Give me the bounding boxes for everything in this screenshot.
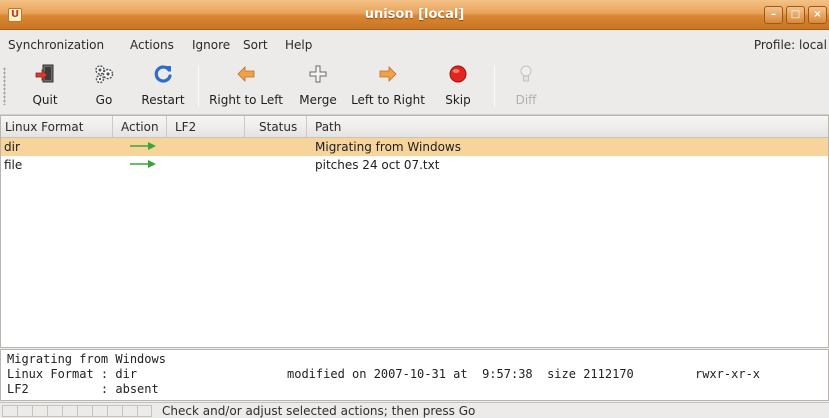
- details-replica-label: Linux Format : dir: [7, 367, 138, 381]
- arrow-left-icon: [237, 66, 255, 82]
- status-message: Check and/or adjust selected actions; th…: [162, 404, 476, 418]
- profile-label: Profile: local: [753, 38, 827, 52]
- menu-actions[interactable]: Actions: [130, 38, 174, 52]
- left-to-right-button[interactable]: Left to Right: [346, 57, 430, 115]
- left-to-right-label: Left to Right: [351, 93, 425, 107]
- details-line-lf2: LF2 : absent: [7, 382, 822, 397]
- toolbar: Quit Go Restart Right to Left Merge Left…: [0, 57, 829, 115]
- right-to-left-button[interactable]: Right to Left: [204, 57, 288, 115]
- diff-bulb-icon: [520, 65, 532, 82]
- progress-segment: [17, 405, 32, 417]
- restart-button[interactable]: Restart: [134, 57, 192, 115]
- arrow-right-icon: [379, 66, 397, 82]
- progress-segment: [92, 405, 107, 417]
- progress-segment: [2, 405, 17, 417]
- quit-icon: [35, 64, 54, 83]
- menu-ignore[interactable]: Ignore: [192, 38, 230, 52]
- diff-button[interactable]: Diff: [504, 57, 548, 115]
- menu-help[interactable]: Help: [285, 38, 312, 52]
- progress-segment: [137, 405, 152, 417]
- column-header-lf2[interactable]: LF2: [167, 116, 245, 137]
- menu-bar: Synchronization Actions Ignore Sort Help…: [0, 31, 829, 57]
- cell-linux-format: file: [4, 158, 23, 172]
- menu-sort[interactable]: Sort: [243, 38, 268, 52]
- list-header: Linux Format Action LF2 Status Path: [1, 116, 828, 138]
- reconciliation-list[interactable]: Linux Format Action LF2 Status Path dir …: [0, 115, 829, 348]
- merge-plus-icon: [309, 65, 327, 83]
- right-arrow-icon[interactable]: [129, 140, 157, 152]
- toolbar-grip-handle[interactable]: [3, 67, 6, 105]
- restart-icon: [154, 65, 172, 83]
- status-bar: Check and/or adjust selected actions; th…: [0, 402, 829, 418]
- details-pane: Migrating from Windows Linux Format : di…: [0, 349, 829, 401]
- progress-segment: [77, 405, 92, 417]
- cell-path: pitches 24 oct 07.txt: [315, 158, 440, 172]
- details-heading-text: Migrating from Windows: [7, 352, 166, 366]
- details-modified-info: modified on 2007-10-31 at 9:57:38 size 2…: [287, 367, 634, 381]
- progress-segment: [47, 405, 62, 417]
- table-row-selected[interactable]: dir Migrating from Windows: [1, 138, 828, 156]
- title-bar[interactable]: U unison [local] – □ ×: [0, 0, 829, 30]
- quit-label: Quit: [32, 93, 58, 107]
- progress-segment: [62, 405, 77, 417]
- maximize-button[interactable]: □: [786, 6, 805, 24]
- toolbar-separator: [198, 65, 199, 107]
- menu-synchronization[interactable]: Synchronization: [8, 38, 104, 52]
- column-header-status[interactable]: Status: [245, 116, 307, 137]
- column-header-path[interactable]: Path: [307, 116, 829, 137]
- go-label: Go: [95, 93, 113, 107]
- window-title: unison [local]: [364, 7, 465, 22]
- table-row[interactable]: file pitches 24 oct 07.txt: [1, 156, 828, 174]
- quit-button[interactable]: Quit: [20, 57, 70, 115]
- right-arrow-icon[interactable]: [129, 158, 157, 170]
- close-button[interactable]: ×: [808, 6, 827, 24]
- details-lf2-label: LF2 : absent: [7, 382, 159, 396]
- go-button[interactable]: Go: [82, 57, 126, 115]
- skip-button[interactable]: Skip: [436, 57, 480, 115]
- restart-label: Restart: [141, 93, 185, 107]
- right-to-left-label: Right to Left: [209, 93, 283, 107]
- toolbar-separator: [494, 65, 495, 107]
- diff-label: Diff: [515, 93, 537, 107]
- progress-segment: [107, 405, 122, 417]
- progress-segment: [122, 405, 137, 417]
- cell-linux-format: dir: [4, 140, 20, 154]
- cell-path: Migrating from Windows: [315, 140, 461, 154]
- details-permissions: rwxr-xr-x: [695, 367, 761, 381]
- details-heading: Migrating from Windows: [7, 352, 822, 367]
- merge-button[interactable]: Merge: [292, 57, 344, 115]
- column-header-action[interactable]: Action: [113, 116, 167, 137]
- minimize-button[interactable]: –: [764, 6, 783, 24]
- skip-red-circle-icon: [449, 65, 467, 83]
- skip-label: Skip: [445, 93, 471, 107]
- go-gears-icon: [95, 65, 114, 84]
- progress-segment: [32, 405, 47, 417]
- merge-label: Merge: [299, 93, 337, 107]
- details-line-linux-format: Linux Format : dir modified on 2007-10-3…: [7, 367, 822, 382]
- column-header-linux-format[interactable]: Linux Format: [1, 116, 113, 137]
